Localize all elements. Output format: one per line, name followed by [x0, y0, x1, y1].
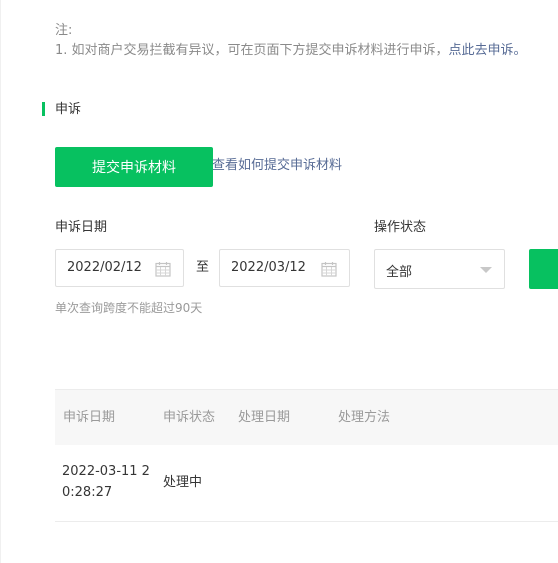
notice-text: 1. 如对商户交易拦截有异议，可在页面下方提交申诉材料进行申诉，: [55, 43, 449, 58]
status-select-value: 全部: [386, 265, 413, 280]
column-header-appeal-status: 申诉状态: [163, 410, 216, 425]
notice-title: 注:: [55, 23, 73, 38]
appeal-link[interactable]: 点此去申诉。: [449, 43, 527, 58]
calendar-icon: [155, 262, 171, 277]
chevron-down-icon: [480, 267, 492, 273]
row-date-line1: 2022-03-11 2: [62, 464, 150, 479]
row-appeal-date: 2022-03-11 2 0:28:27: [62, 461, 150, 503]
calendar-icon: [321, 262, 337, 277]
query-button[interactable]: [529, 249, 558, 289]
row-divider: [55, 521, 558, 522]
column-header-appeal-date: 申诉日期: [63, 410, 116, 425]
left-divider: [0, 0, 1, 563]
submit-appeal-button[interactable]: 提交申诉材料: [55, 147, 213, 187]
date-label: 申诉日期: [55, 220, 108, 235]
row-status: 处理中: [163, 475, 203, 490]
column-header-handled-date: 处理日期: [238, 410, 291, 425]
notice-line: 1. 如对商户交易拦截有异议，可在页面下方提交申诉材料进行申诉，点此去申诉。: [55, 42, 527, 60]
start-date-value: 2022/02/12: [67, 260, 142, 275]
how-to-submit-link[interactable]: 查看如何提交申诉材料: [212, 157, 342, 175]
start-date-input[interactable]: 2022/02/12: [55, 249, 184, 287]
section-accent-bar: [42, 102, 45, 116]
section-title: 申诉: [55, 102, 82, 117]
date-range-separator: 至: [196, 260, 210, 275]
date-range-hint: 单次查询跨度不能超过90天: [55, 301, 203, 315]
table-row: 2022-03-11 2 0:28:27 处理中: [55, 445, 558, 521]
column-header-method: 处理方法: [338, 410, 391, 425]
status-label: 操作状态: [374, 220, 427, 235]
table-header: 申诉日期 申诉状态 处理日期 处理方法: [55, 389, 558, 445]
row-date-line2: 0:28:27: [62, 485, 113, 500]
status-select[interactable]: 全部: [374, 249, 505, 289]
end-date-value: 2022/03/12: [231, 260, 306, 275]
end-date-input[interactable]: 2022/03/12: [219, 249, 350, 287]
